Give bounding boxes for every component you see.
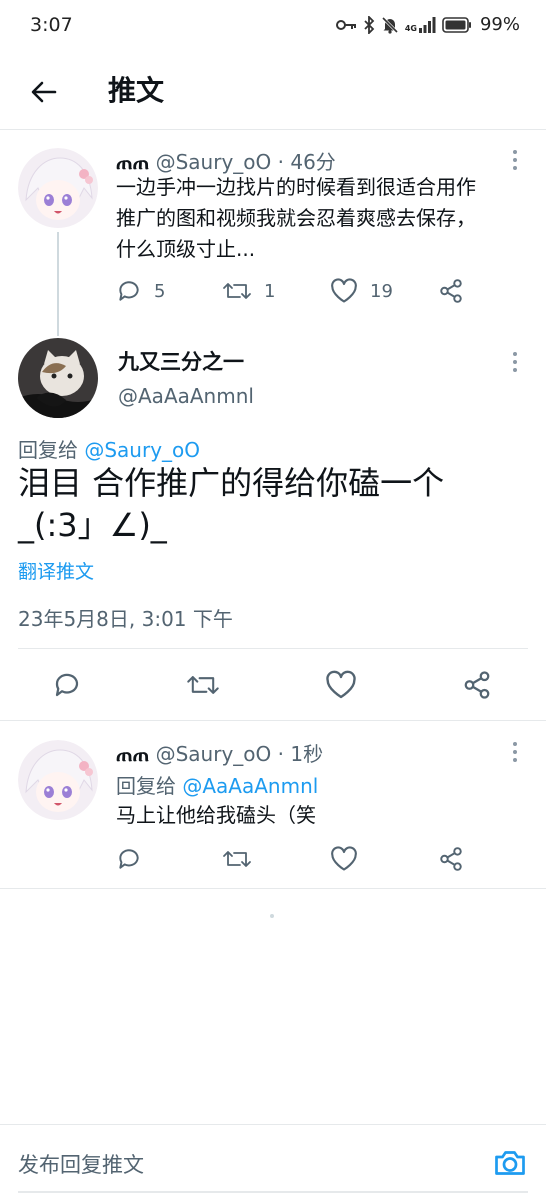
battery-icon — [442, 16, 471, 33]
handle[interactable]: @Saury_oO — [156, 742, 272, 766]
status-time: 3:07 — [30, 14, 73, 36]
meta-separator: · — [277, 150, 284, 174]
reply-icon — [119, 281, 139, 301]
section-divider — [0, 888, 546, 889]
tweet-text-line: 泪目 合作推广的得给你磕一个 — [18, 464, 445, 502]
share-icon — [464, 671, 490, 699]
reply-to-line: 回复给 @Saury_oO — [18, 434, 200, 463]
back-button[interactable] — [22, 70, 66, 114]
tweet-text: 一边手冲一边找片的时候看到很适合用作 推广的图和视频我就会忍着爽感去保存， 什么… — [116, 172, 526, 265]
battery-percent: 99% — [479, 14, 520, 35]
header-divider — [0, 129, 546, 130]
signal-icon — [418, 16, 436, 33]
section-divider — [0, 720, 546, 721]
more-options-button[interactable] — [505, 146, 525, 174]
share-action[interactable] — [438, 278, 464, 304]
like-action[interactable] — [330, 846, 358, 872]
retweet-action[interactable]: 1 — [222, 278, 275, 304]
share-action[interactable] — [438, 846, 464, 872]
avatar[interactable] — [18, 148, 98, 228]
bluetooth-icon — [364, 15, 375, 34]
loading-indicator — [270, 914, 274, 918]
like-action[interactable]: 19 — [330, 278, 393, 304]
reply-action[interactable]: 5 — [116, 278, 165, 304]
translate-tweet-link[interactable]: 翻译推文 — [18, 557, 94, 584]
tweet-text-line: 什么顶级寸止... — [116, 237, 256, 261]
meta-separator: · — [277, 742, 284, 766]
network-label: 4G — [404, 23, 417, 33]
camera-icon — [495, 1151, 525, 1175]
retweet-icon — [223, 283, 251, 299]
reply-prefix: 回复给 — [18, 438, 78, 462]
reply-action[interactable] — [52, 670, 82, 700]
reply-to-line: 回复给 @AaAaAnmnl — [116, 770, 318, 799]
tweet-time: 1秒 — [290, 742, 324, 766]
retweet-action[interactable] — [186, 670, 220, 700]
tweet-text: 马上让他给我磕头（笑 — [116, 803, 316, 827]
heart-icon — [326, 670, 356, 699]
key-icon — [335, 19, 356, 30]
retweet-count: 1 — [264, 280, 276, 302]
back-arrow-icon — [31, 81, 57, 103]
display-name[interactable]: 九又三分之一 — [118, 346, 244, 376]
reply-composer-bar: 发布回复推文 — [0, 1124, 546, 1200]
mute-bell-icon — [381, 16, 398, 34]
tweet-timestamp[interactable]: 23年5月8日, 3:01 下午 — [18, 603, 233, 632]
network-indicator: 4G — [404, 16, 436, 33]
heart-icon — [331, 278, 357, 303]
like-action[interactable] — [325, 670, 357, 700]
thread-line — [57, 232, 59, 336]
retweet-action[interactable] — [222, 846, 252, 872]
anime-girl-avatar-icon — [18, 740, 98, 820]
reply-to-handle-link[interactable]: @AaAaAnmnl — [182, 774, 318, 798]
reply-prefix: 回复给 — [116, 774, 176, 798]
share-icon — [440, 279, 462, 303]
status-icons: 4G 99% — [335, 14, 520, 35]
reply-input-underline — [18, 1191, 528, 1193]
reply-to-handle-link[interactable]: @Saury_oO — [84, 438, 200, 462]
camera-button[interactable] — [492, 1145, 528, 1181]
focus-divider — [18, 648, 528, 649]
reply-icon — [55, 673, 79, 697]
tweet-text-line: _(:3」∠)_ — [18, 506, 167, 544]
tweet-meta: ጠጠ @Saury_oO · 46分 — [116, 146, 336, 175]
reply-icon — [119, 849, 139, 869]
page-title: 推文 — [108, 74, 165, 107]
handle[interactable]: @Saury_oO — [156, 150, 272, 174]
heart-icon — [331, 846, 357, 871]
reply-input[interactable]: 发布回复推文 — [18, 1149, 144, 1179]
share-icon — [440, 847, 462, 871]
tweet-meta: ጠጠ @Saury_oO · 1秒 — [116, 738, 323, 767]
tweet-text-line: 一边手冲一边找片的时候看到很适合用作 — [116, 175, 476, 199]
tweet-time: 46分 — [290, 150, 336, 174]
more-options-button[interactable] — [505, 348, 525, 376]
reply-action[interactable] — [116, 846, 142, 872]
cat-avatar-icon — [18, 338, 98, 418]
avatar[interactable] — [18, 740, 98, 820]
retweet-icon — [187, 676, 219, 694]
avatar[interactable] — [18, 338, 98, 418]
header: 推文 — [0, 56, 546, 128]
more-options-button[interactable] — [505, 738, 525, 766]
status-bar: 3:07 4G 99% — [0, 0, 546, 54]
reply-count: 5 — [154, 280, 166, 302]
like-count: 19 — [370, 280, 393, 302]
retweet-icon — [223, 851, 251, 867]
share-action[interactable] — [462, 670, 492, 700]
handle[interactable]: @AaAaAnmnl — [118, 384, 254, 408]
anime-girl-avatar-icon — [18, 148, 98, 228]
display-name[interactable]: ጠጠ — [116, 150, 149, 174]
tweet-text: 泪目 合作推广的得给你磕一个 _(:3」∠)_ — [18, 462, 528, 546]
tweet-text-line: 推广的图和视频我就会忍着爽感去保存， — [116, 206, 476, 230]
display-name[interactable]: ጠጠ — [116, 742, 149, 766]
